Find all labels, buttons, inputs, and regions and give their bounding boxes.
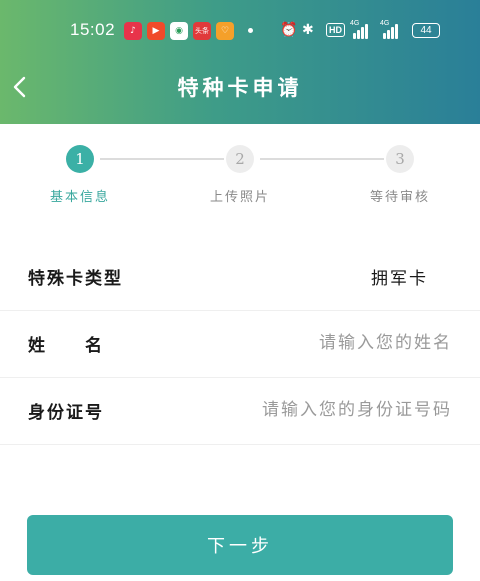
step-3-label: 等待审核 (369, 190, 430, 205)
network-type-label: 4G (350, 20, 360, 27)
shop-app-icon: ◉ (170, 22, 188, 40)
app-header: 15:02 ♪ ▶ ◉ 头条 ♡ ⏰ ✱ HD 4G 4G 44 特种卡申请 (0, 0, 480, 124)
music-app-icon: ♪ (124, 22, 142, 40)
name-input[interactable] (192, 325, 452, 361)
video-app-icon: ▶ (147, 22, 165, 40)
step-1-label: 基本信息 (49, 190, 110, 205)
battery-icon: 44 (412, 23, 440, 38)
signal-strength-icon-2: 4G (380, 20, 400, 39)
step-3-indicator: 3 (386, 145, 414, 173)
id-number-input[interactable] (192, 392, 452, 428)
step-1-indicator: 1 (66, 145, 94, 173)
status-bar: 15:02 ♪ ▶ ◉ 头条 ♡ ⏰ ✱ HD 4G 4G 44 (0, 18, 480, 46)
network-type-label-2: 4G (380, 20, 390, 27)
progress-stepper: 1 2 3 基本信息 上传照片 等待审核 (0, 142, 480, 212)
id-number-row: 身份证号 (0, 378, 480, 445)
next-step-button[interactable]: 下一步 (27, 515, 453, 575)
card-type-row[interactable]: 特殊卡类型 拥军卡 (0, 244, 480, 311)
news-app-icon: 头条 (193, 22, 211, 40)
step-2-indicator: 2 (226, 145, 254, 173)
card-type-value[interactable]: 拥军卡 (371, 264, 428, 289)
status-time: 15:02 (70, 20, 116, 39)
notification-dot-icon (248, 28, 253, 33)
health-app-icon: ♡ (216, 22, 234, 40)
name-label: 姓 名 (28, 336, 104, 356)
signal-strength-icon: 4G (350, 20, 370, 39)
id-number-label: 身份证号 (28, 403, 104, 423)
step-connector (260, 158, 384, 160)
bluetooth-icon: ✱ (302, 22, 314, 38)
alarm-icon: ⏰ (280, 22, 298, 38)
step-2-label: 上传照片 (209, 190, 270, 205)
page-title: 特种卡申请 (177, 75, 303, 100)
step-connector (100, 158, 224, 160)
card-type-label: 特殊卡类型 (28, 269, 123, 289)
hd-voice-icon: HD (326, 23, 345, 37)
name-row: 姓 名 (0, 311, 480, 378)
